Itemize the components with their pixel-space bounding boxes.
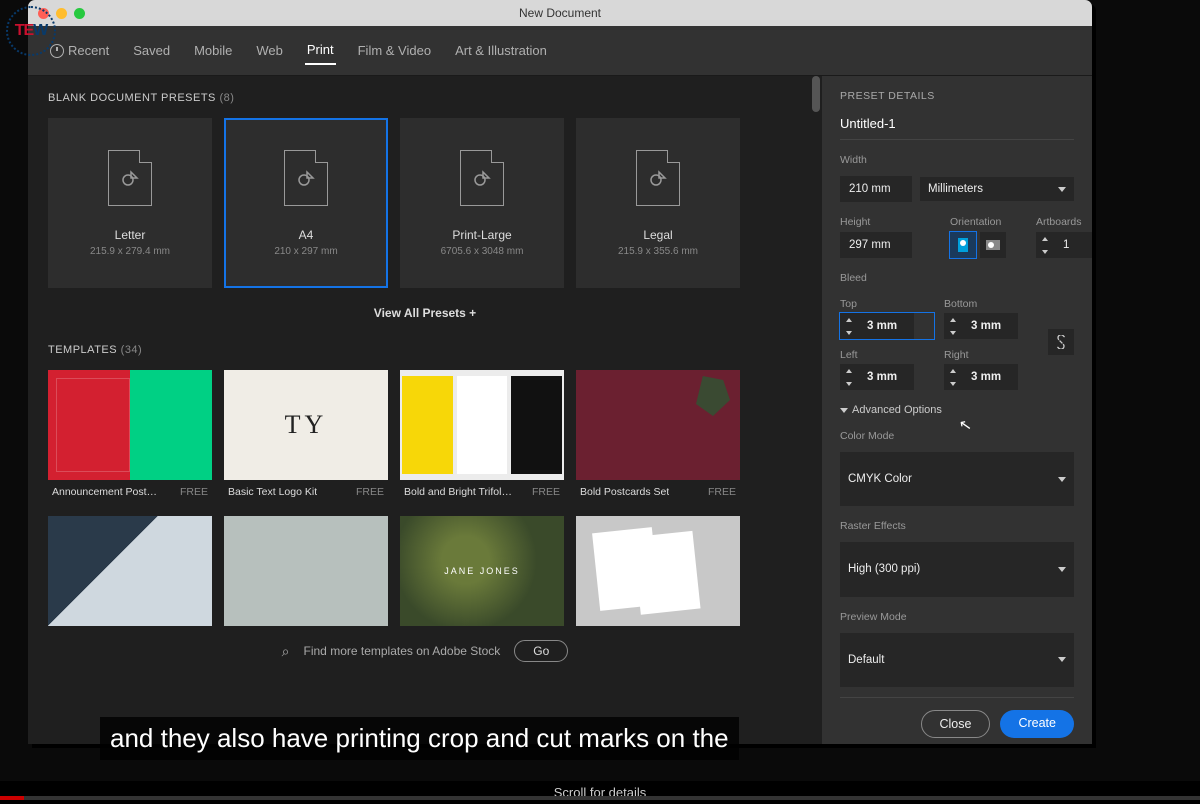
color-mode-label: Color Mode bbox=[840, 430, 1074, 442]
artboards-increment[interactable] bbox=[1036, 232, 1054, 245]
bleed-top-input[interactable]: 3 mm bbox=[858, 313, 914, 339]
view-all-presets-button[interactable]: View All Presets + bbox=[48, 306, 802, 320]
link-bleed-button[interactable] bbox=[1048, 329, 1074, 355]
preset-print-large[interactable]: Print-Large 6705.6 x 3048 mm bbox=[400, 118, 564, 288]
presets-templates-panel: BLANK DOCUMENT PRESETS (8) Letter 215.9 … bbox=[28, 76, 822, 744]
width-input[interactable]: 210 mm bbox=[840, 176, 912, 202]
preview-mode-select[interactable]: Default bbox=[840, 633, 1074, 687]
template-basic-text-logo-kit[interactable]: Basic Text Logo KitFREE bbox=[224, 370, 388, 504]
orientation-portrait-button[interactable] bbox=[950, 232, 976, 258]
window-titlebar: New Document bbox=[28, 0, 1092, 26]
scrollbar[interactable] bbox=[812, 76, 820, 112]
bleed-bottom-decrement[interactable] bbox=[944, 326, 962, 339]
window-zoom-icon[interactable] bbox=[74, 8, 85, 19]
template-item[interactable] bbox=[224, 516, 388, 626]
new-document-dialog: New Document Recent Saved Mobile Web Pri… bbox=[28, 0, 1092, 744]
chevron-down-icon bbox=[1058, 187, 1066, 192]
preset-legal[interactable]: Legal 215.9 x 355.6 mm bbox=[576, 118, 740, 288]
video-progress-bar[interactable] bbox=[0, 796, 1200, 800]
template-announcement-poster[interactable]: Announcement Post…FREE bbox=[48, 370, 212, 504]
width-label: Width bbox=[840, 154, 1074, 166]
color-mode-select[interactable]: CMYK Color bbox=[840, 452, 1074, 506]
height-input[interactable]: 297 mm bbox=[840, 232, 912, 258]
scroll-hint: Scroll for details bbox=[0, 781, 1200, 804]
close-button[interactable]: Close bbox=[921, 710, 991, 738]
preview-mode-label: Preview Mode bbox=[840, 611, 1074, 623]
preset-letter[interactable]: Letter 215.9 x 279.4 mm bbox=[48, 118, 212, 288]
bleed-top-decrement[interactable] bbox=[840, 326, 858, 339]
bleed-label: Bleed bbox=[840, 272, 1074, 284]
category-tabs: Recent Saved Mobile Web Print Film & Vid… bbox=[28, 26, 1092, 76]
window-minimize-icon[interactable] bbox=[56, 8, 67, 19]
artboards-label: Artboards bbox=[1036, 216, 1092, 228]
raster-effects-label: Raster Effects bbox=[840, 520, 1074, 532]
document-icon bbox=[460, 150, 504, 206]
document-icon bbox=[636, 150, 680, 206]
template-item[interactable] bbox=[48, 516, 212, 626]
bleed-bottom-input[interactable]: 3 mm bbox=[962, 313, 1018, 339]
chevron-down-icon bbox=[840, 408, 848, 413]
templates-heading: TEMPLATES (34) bbox=[48, 344, 802, 356]
go-button[interactable]: Go bbox=[514, 640, 568, 662]
bleed-top-increment[interactable] bbox=[840, 313, 858, 326]
units-select[interactable]: Millimeters bbox=[920, 177, 1074, 201]
template-item[interactable] bbox=[400, 516, 564, 626]
tab-print[interactable]: Print bbox=[305, 36, 336, 65]
chevron-down-icon bbox=[1058, 567, 1066, 572]
bleed-right-input[interactable]: 3 mm bbox=[962, 364, 1018, 390]
artboards-input[interactable]: 1 bbox=[1054, 232, 1092, 258]
bleed-left-increment[interactable] bbox=[840, 364, 858, 377]
tab-recent[interactable]: Recent bbox=[48, 37, 111, 65]
document-icon bbox=[108, 150, 152, 206]
height-label: Height bbox=[840, 216, 920, 228]
adobe-stock-text: Find more templates on Adobe Stock bbox=[304, 644, 501, 658]
search-icon: ⌕ bbox=[282, 643, 290, 660]
orientation-label: Orientation bbox=[950, 216, 1006, 228]
orientation-landscape-button[interactable] bbox=[980, 232, 1006, 258]
presets-heading: BLANK DOCUMENT PRESETS (8) bbox=[48, 92, 802, 104]
bleed-left-input[interactable]: 3 mm bbox=[858, 364, 914, 390]
artboards-decrement[interactable] bbox=[1036, 245, 1054, 258]
video-caption: and they also have printing crop and cut… bbox=[100, 717, 739, 760]
template-item[interactable] bbox=[576, 516, 740, 626]
preset-a4[interactable]: A4 210 x 297 mm bbox=[224, 118, 388, 288]
bleed-bottom-increment[interactable] bbox=[944, 313, 962, 326]
preset-details-panel: PRESET DETAILS Untitled-1 Width 210 mm M… bbox=[822, 76, 1092, 744]
link-icon bbox=[1054, 335, 1068, 349]
tab-web[interactable]: Web bbox=[254, 37, 285, 64]
tab-saved[interactable]: Saved bbox=[131, 37, 172, 64]
tab-film-video[interactable]: Film & Video bbox=[356, 37, 433, 64]
chevron-down-icon bbox=[1058, 477, 1066, 482]
tew-logo: TEW bbox=[6, 6, 56, 56]
template-bold-bright-trifold[interactable]: Bold and Bright Trifol…FREE bbox=[400, 370, 564, 504]
tab-art-illustration[interactable]: Art & Illustration bbox=[453, 37, 549, 64]
advanced-options-toggle[interactable]: Advanced Options bbox=[840, 404, 1074, 416]
tab-mobile[interactable]: Mobile bbox=[192, 37, 234, 64]
document-name-input[interactable]: Untitled-1 bbox=[840, 112, 1074, 140]
template-bold-postcards-set[interactable]: Bold Postcards SetFREE bbox=[576, 370, 740, 504]
bleed-right-increment[interactable] bbox=[944, 364, 962, 377]
bleed-left-decrement[interactable] bbox=[840, 377, 858, 390]
chevron-down-icon bbox=[1058, 657, 1066, 662]
bleed-right-decrement[interactable] bbox=[944, 377, 962, 390]
document-icon bbox=[284, 150, 328, 206]
window-title: New Document bbox=[28, 6, 1092, 20]
preset-details-heading: PRESET DETAILS bbox=[840, 90, 1074, 102]
raster-effects-select[interactable]: High (300 ppi) bbox=[840, 542, 1074, 596]
create-button[interactable]: Create bbox=[1000, 710, 1074, 738]
